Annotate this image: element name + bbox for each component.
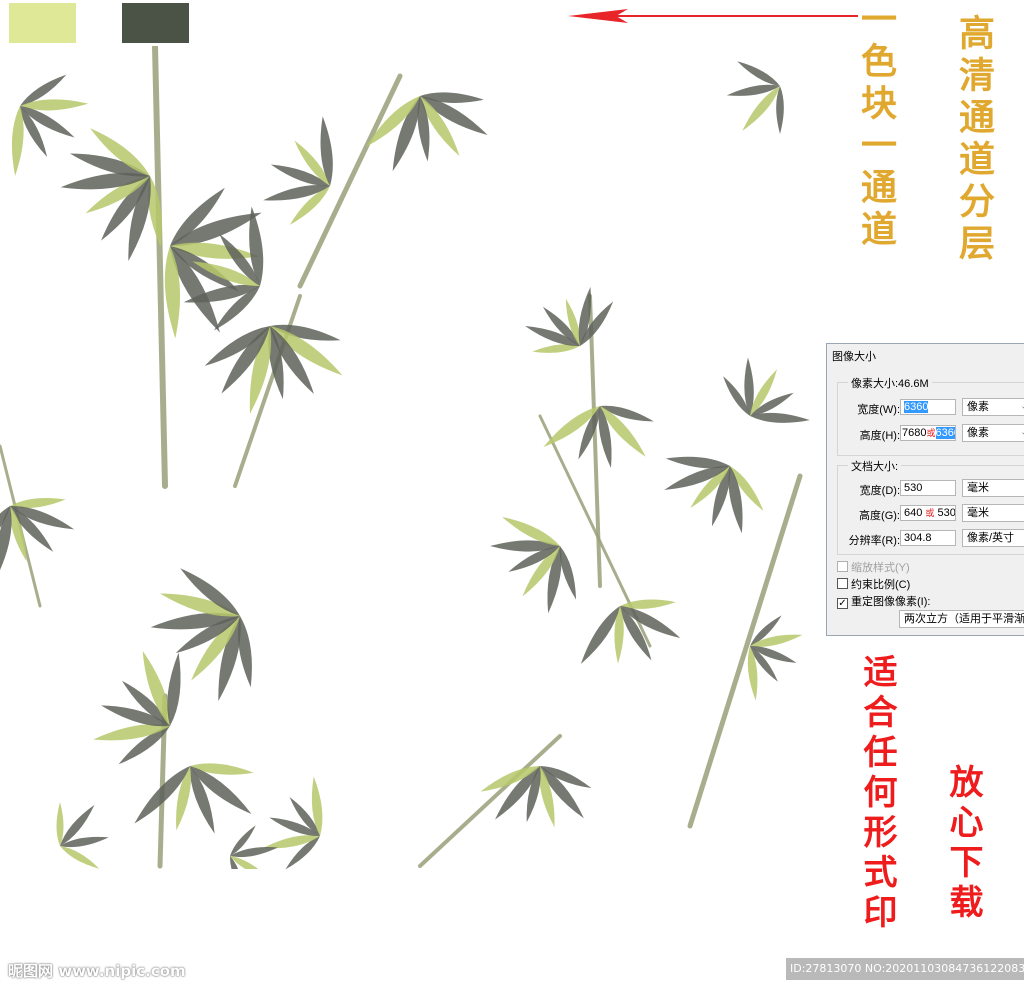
doc-height-old-value: 640	[904, 507, 923, 519]
resample-label: 重定图像像素(I):	[851, 596, 931, 608]
document-size-label: 文档大小:	[848, 458, 902, 474]
image-size-dialog: 图像大小 像素大小:46.6M 宽度(W): 6360 像素⌵ 高度(H): 7…	[826, 343, 1024, 636]
height-unit-value: 像素	[967, 427, 989, 439]
doc-width-value: 530	[904, 482, 923, 494]
resample-method-select[interactable]: 两次立方（适用于平滑渐变	[899, 610, 1024, 628]
height-unit-select[interactable]: 像素⌵	[962, 424, 1024, 442]
doc-height-unit-value: 毫米	[967, 507, 989, 519]
doc-height-input[interactable]: 640 或 530	[900, 505, 956, 521]
width-unit-value: 像素	[967, 401, 989, 413]
scale-styles-label: 缩放样式(Y)	[851, 562, 910, 574]
resolution-unit-value: 像素/英寸	[967, 532, 1015, 544]
doc-width-label: 宽度(D):	[859, 485, 900, 497]
pixel-dimensions-group: 像素大小:46.6M 宽度(W): 6360 像素⌵ 高度(H): 7680或6…	[837, 375, 1024, 456]
suits-any-print-text: 适合任何形式印	[857, 654, 897, 934]
height-old-value: 7680	[902, 427, 927, 439]
light-green-swatch	[9, 3, 76, 43]
width-value: 6360	[904, 401, 929, 413]
checkbox-icon	[837, 578, 848, 589]
height-or-text: 或	[926, 428, 936, 438]
pixel-dimensions-label: 像素大小:46.6M	[848, 375, 932, 391]
scale-styles-checkbox[interactable]: 缩放样式(Y)	[837, 559, 910, 575]
constrain-proportions-checkbox[interactable]: 约束比例(C)	[837, 576, 910, 592]
doc-height-label: 高度(G):	[859, 510, 900, 522]
site-watermark: 昵图网 www.nipic.com	[8, 962, 186, 980]
bamboo-pattern-artwork	[0, 46, 810, 869]
red-arrow-icon	[568, 9, 858, 23]
doc-height-unit-select[interactable]: 毫米	[962, 504, 1024, 522]
checkbox-icon	[837, 561, 848, 572]
checkmark-icon: ✓	[837, 598, 848, 609]
width-label: 宽度(W):	[857, 404, 900, 416]
channel-layering-text: 高清通道分层	[953, 14, 995, 266]
doc-width-unit-select[interactable]: 毫米	[962, 479, 1024, 497]
resolution-label: 分辨率(R):	[848, 535, 900, 547]
one-block-one-channel-text: 一色块一通道	[855, 0, 897, 252]
width-input[interactable]: 6360	[900, 399, 956, 415]
width-unit-select[interactable]: 像素⌵	[962, 398, 1024, 416]
constrain-label: 约束比例(C)	[851, 579, 911, 591]
doc-width-input[interactable]: 530	[900, 480, 956, 496]
height-input[interactable]: 7680或6360	[900, 425, 956, 441]
height-label: 高度(H):	[859, 430, 900, 442]
download-safely-text: 放心下载	[943, 764, 983, 924]
dialog-title: 图像大小	[832, 351, 876, 363]
resample-method-value: 两次立方（适用于平滑渐变	[904, 613, 1024, 625]
resolution-value: 304.8	[904, 532, 932, 544]
resolution-unit-select[interactable]: 像素/英寸	[962, 529, 1024, 547]
doc-width-unit-value: 毫米	[967, 482, 989, 494]
height-value: 6360	[935, 427, 955, 439]
doc-height-or-text: 或	[925, 508, 935, 518]
resolution-input[interactable]: 304.8	[900, 530, 956, 546]
image-id-bar: ID:27813070 NO:20201103084736122083	[786, 958, 1024, 980]
resample-checkbox[interactable]: ✓ 重定图像像素(I):	[837, 593, 930, 609]
dark-green-swatch	[122, 3, 189, 43]
doc-height-value: 530	[937, 507, 956, 519]
document-size-group: 文档大小: 宽度(D): 530 毫米 高度(G): 640 或 530 毫米 …	[837, 458, 1024, 555]
